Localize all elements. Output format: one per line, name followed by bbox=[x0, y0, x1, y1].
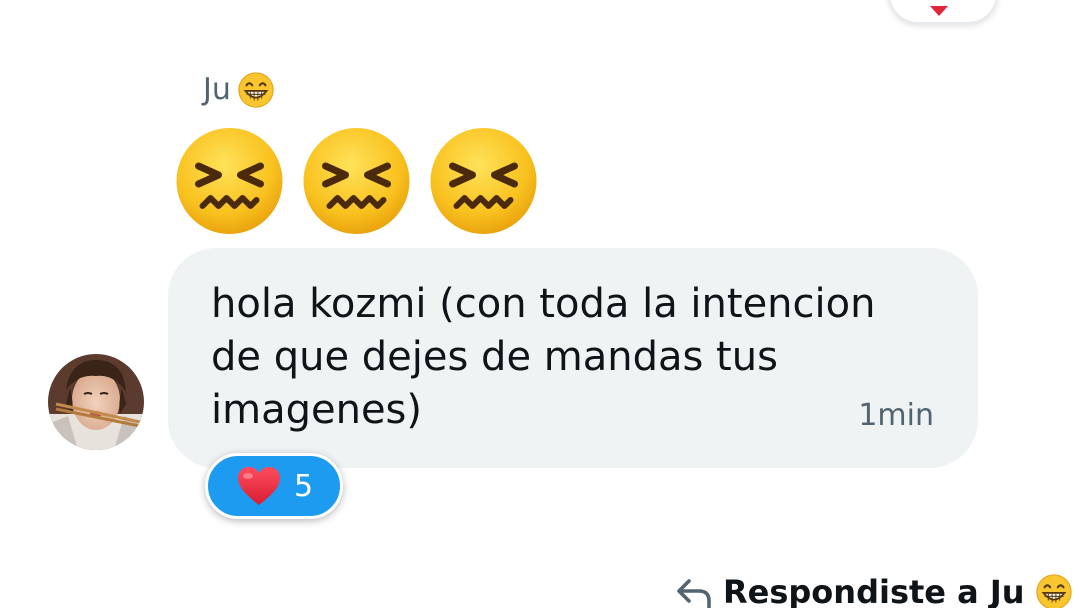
reaction-pill[interactable]: 5 bbox=[205, 453, 343, 519]
avatar-photo bbox=[48, 354, 144, 450]
heart-icon bbox=[238, 467, 280, 505]
confounded-face-icon bbox=[430, 128, 537, 234]
previous-reaction-pill[interactable] bbox=[888, 0, 998, 24]
beaming-face-icon bbox=[238, 72, 274, 108]
heart-icon bbox=[930, 6, 948, 16]
sender-name: Ju bbox=[203, 72, 231, 107]
confounded-face-icon bbox=[176, 128, 283, 234]
reply-arrow-icon bbox=[677, 579, 711, 608]
beaming-face-icon bbox=[1035, 574, 1072, 608]
reply-note[interactable]: Respondiste a Ju bbox=[675, 568, 1073, 608]
dm-conversation: Ju hola kozmi (con toda la intencion de … bbox=[0, 0, 1080, 608]
emoji-message[interactable] bbox=[173, 126, 540, 236]
sender-label: Ju bbox=[203, 70, 275, 110]
message-timestamp: 1min bbox=[858, 398, 934, 433]
confounded-face-icon bbox=[303, 128, 410, 234]
message-bubble[interactable]: hola kozmi (con toda la intencion de que… bbox=[168, 248, 978, 468]
reply-note-label: Respondiste a Ju bbox=[723, 573, 1025, 608]
message-text: hola kozmi (con toda la intencion de que… bbox=[211, 281, 876, 433]
avatar[interactable] bbox=[48, 354, 144, 450]
reaction-count: 5 bbox=[294, 468, 314, 504]
